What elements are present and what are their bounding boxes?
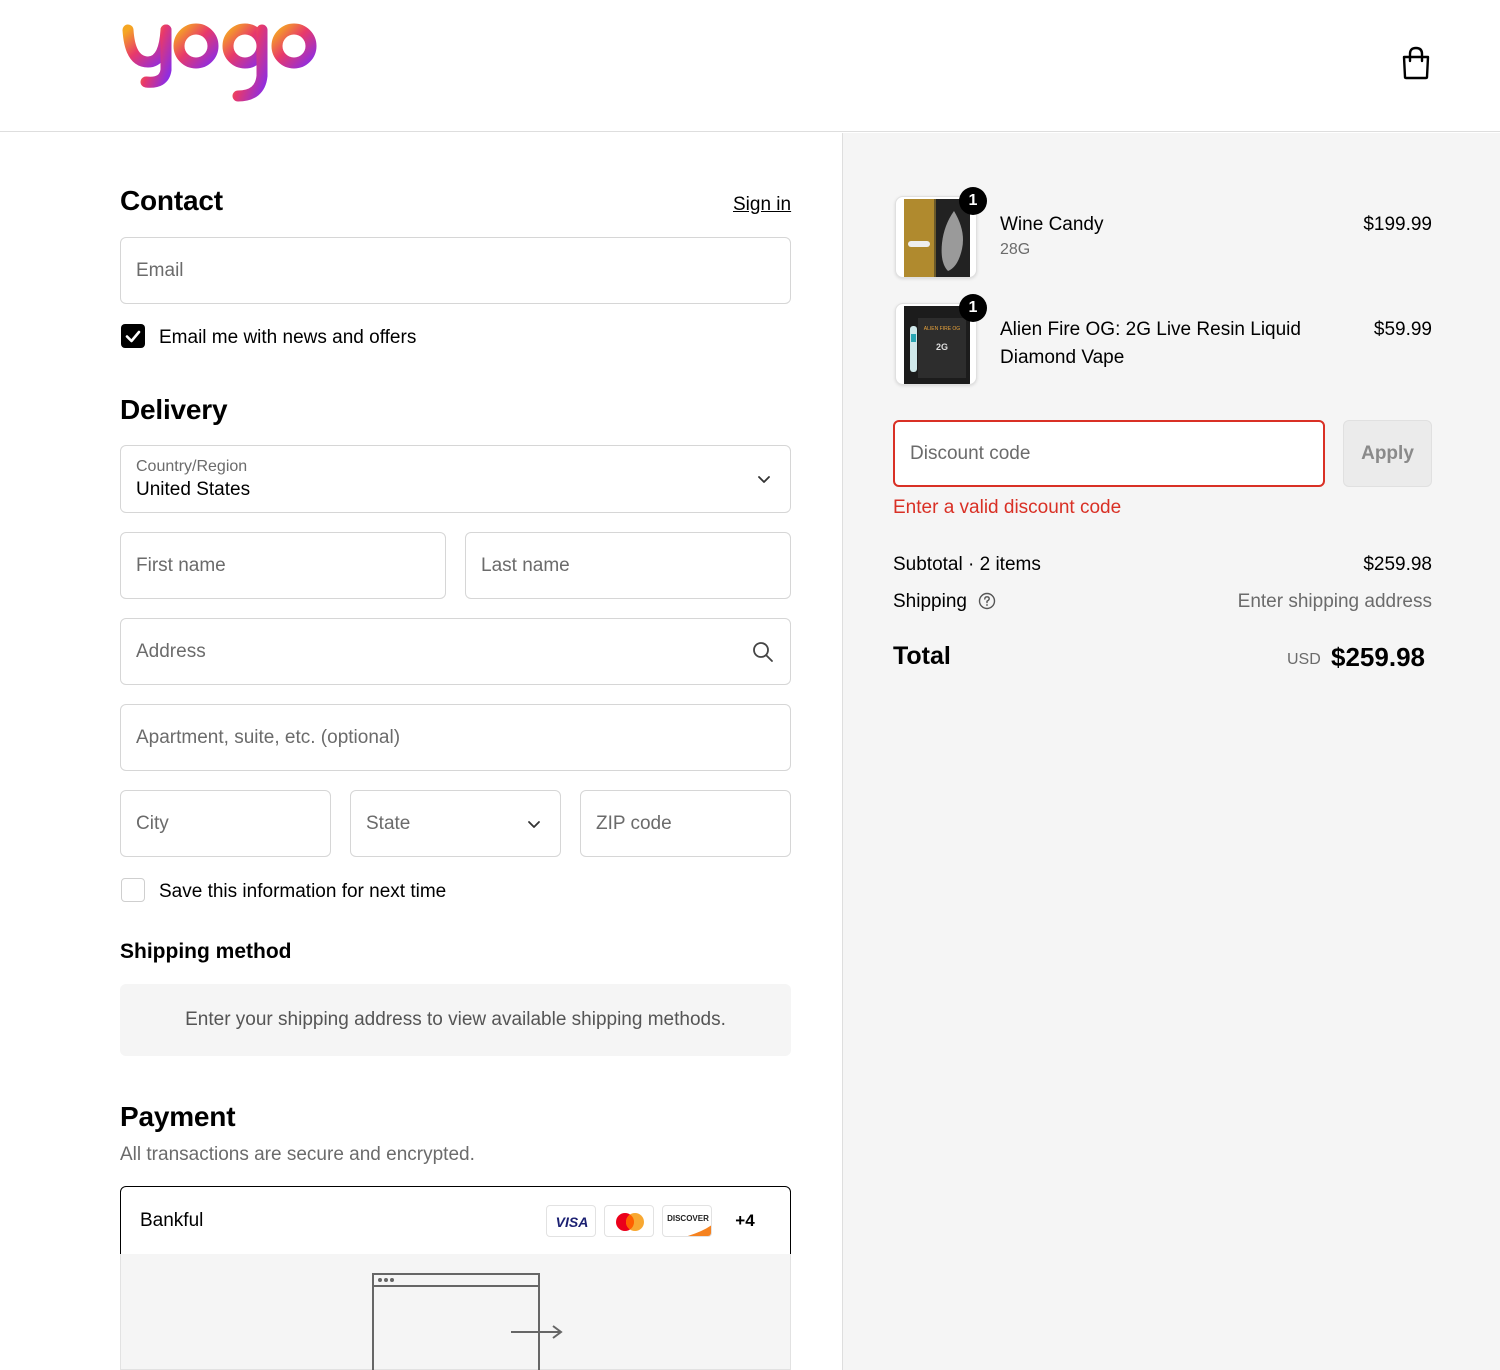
shipping-label-row: Shipping	[893, 591, 996, 613]
zip-placeholder: ZIP code	[596, 812, 672, 834]
currency-code: USD	[1287, 651, 1321, 668]
payment-subtitle: All transactions are secure and encrypte…	[120, 1144, 475, 1165]
email-field[interactable]: Email	[120, 237, 791, 304]
apply-discount-button[interactable]: Apply	[1343, 420, 1432, 487]
address-placeholder: Address	[136, 640, 206, 662]
email-placeholder: Email	[136, 259, 184, 281]
payment-provider-name: Bankful	[140, 1209, 204, 1231]
delivery-title: Delivery	[120, 394, 228, 425]
apartment-placeholder: Apartment, suite, etc. (optional)	[136, 726, 401, 748]
svg-text:ALIEN FIRE OG: ALIEN FIRE OG	[924, 326, 961, 332]
check-icon	[125, 330, 141, 343]
checkout-header	[0, 0, 1500, 132]
item-name: Wine Candy	[1000, 214, 1104, 235]
item-price: $59.99	[1373, 319, 1432, 340]
svg-text:DISCOVER: DISCOVER	[667, 1214, 709, 1223]
svg-text:VISA: VISA	[556, 1214, 589, 1230]
save-info-checkbox[interactable]	[121, 878, 145, 902]
yaga-logo[interactable]	[120, 14, 320, 106]
last-name-placeholder: Last name	[481, 554, 570, 576]
apartment-field[interactable]: Apartment, suite, etc. (optional)	[120, 704, 791, 771]
state-placeholder: State	[366, 812, 411, 834]
shipping-method-title: Shipping method	[120, 940, 292, 963]
discount-error-message: Enter a valid discount code	[893, 497, 1122, 518]
mastercard-icon	[604, 1205, 654, 1237]
shipping-value: Enter shipping address	[1237, 591, 1432, 612]
payment-option-bankful[interactable]: Bankful VISA DISCOVER +4	[120, 1186, 791, 1255]
payment-title: Payment	[120, 1101, 236, 1132]
more-cards-badge: +4	[720, 1205, 770, 1237]
country-value: United States	[136, 479, 251, 500]
help-circle-icon[interactable]	[978, 592, 996, 610]
state-select[interactable]: State	[350, 790, 561, 857]
discount-code-field[interactable]: Discount code	[893, 420, 1325, 487]
sign-in-link[interactable]: Sign in	[733, 194, 791, 216]
item-price: $199.99	[1363, 214, 1432, 235]
subtotal-value: $259.98	[1363, 554, 1432, 575]
card-brands: VISA DISCOVER +4	[546, 1205, 770, 1237]
item-name: Alien Fire OG: 2G Live Resin Liquid Diam…	[1000, 319, 1301, 368]
address-field[interactable]: Address	[120, 618, 791, 685]
city-field[interactable]: City	[120, 790, 331, 857]
total-value: $259.98	[1331, 642, 1425, 672]
country-select[interactable]: Country/Region United States	[120, 445, 791, 513]
save-info-label: Save this information for next time	[159, 881, 447, 902]
quantity-badge: 1	[959, 187, 987, 215]
first-name-placeholder: First name	[136, 554, 226, 576]
newsletter-label: Email me with news and offers	[159, 327, 417, 348]
browser-redirect-icon	[372, 1273, 563, 1370]
discount-code-placeholder: Discount code	[910, 442, 1031, 464]
item-variant: 28G	[1000, 241, 1031, 258]
newsletter-checkbox[interactable]	[121, 324, 145, 348]
chevron-down-icon	[758, 476, 770, 483]
first-name-field[interactable]: First name	[120, 532, 446, 599]
country-label: Country/Region	[136, 458, 248, 475]
city-placeholder: City	[136, 812, 169, 834]
contact-title: Contact	[120, 185, 223, 216]
chevron-down-icon	[528, 820, 540, 828]
shipping-label: Shipping	[893, 591, 967, 612]
visa-icon: VISA	[546, 1205, 596, 1237]
search-icon[interactable]	[752, 641, 774, 663]
payment-redirect-panel	[120, 1254, 791, 1370]
zip-field[interactable]: ZIP code	[580, 790, 791, 857]
total-label: Total	[893, 642, 951, 670]
discover-icon: DISCOVER	[662, 1205, 712, 1237]
shipping-method-notice-text: Enter your shipping address to view avai…	[185, 1009, 726, 1030]
shipping-method-notice: Enter your shipping address to view avai…	[120, 984, 791, 1056]
quantity-badge: 1	[959, 294, 987, 322]
subtotal-label: Subtotal · 2 items	[893, 554, 1041, 575]
shopping-bag-icon[interactable]	[1400, 46, 1432, 80]
last-name-field[interactable]: Last name	[465, 532, 791, 599]
svg-text:2G: 2G	[936, 342, 948, 352]
